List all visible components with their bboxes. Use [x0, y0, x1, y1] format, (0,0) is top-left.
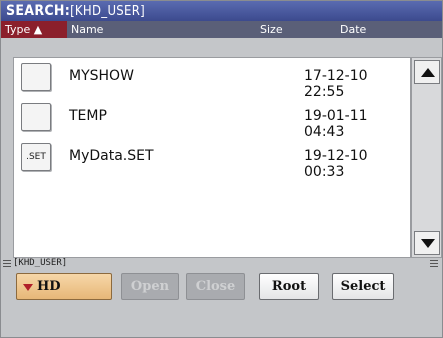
file-name: TEMP [69, 108, 107, 124]
grip-icon [3, 260, 11, 267]
column-header-name[interactable]: Name [71, 21, 103, 38]
list-item[interactable]: .SET MyData.SET 19-12-10 00:33 [14, 137, 410, 180]
column-header-type[interactable]: Type ▲ [1, 21, 67, 38]
file-name: MyData.SET [69, 148, 154, 164]
file-date: 19-12-10 00:33 [304, 148, 368, 180]
title-path: [KHD_USER] [70, 4, 146, 19]
scroll-down-button[interactable] [414, 231, 440, 255]
arrow-up-icon [421, 68, 435, 77]
open-button[interactable]: Open [121, 273, 179, 300]
vertical-scrollbar[interactable] [411, 57, 442, 258]
drive-label: HD [37, 279, 61, 294]
folder-icon [21, 103, 51, 131]
list-item[interactable]: TEMP 19-01-11 04:43 [14, 97, 410, 140]
file-date: 17-12-10 22:55 [304, 68, 368, 100]
drive-selector-button[interactable]: HD [16, 273, 112, 300]
dropdown-arrow-icon [23, 284, 33, 291]
scroll-up-button[interactable] [414, 60, 440, 84]
title-bar: SEARCH:[KHD_USER] [1, 1, 442, 21]
search-window: SEARCH:[KHD_USER] Type ▲ Name Size Date … [0, 0, 443, 338]
list-item[interactable]: MYSHOW 17-12-10 22:55 [14, 57, 410, 100]
file-name: MYSHOW [69, 68, 134, 84]
column-header-row: Type ▲ Name Size Date [1, 21, 442, 38]
close-button[interactable]: Close [186, 273, 245, 300]
select-button[interactable]: Select [332, 273, 394, 300]
arrow-down-icon [421, 239, 435, 248]
root-button[interactable]: Root [259, 273, 319, 300]
file-date: 19-01-11 04:43 [304, 108, 368, 140]
title-label: SEARCH: [6, 3, 71, 19]
list-top-spacer [13, 38, 442, 57]
column-header-size[interactable]: Size [260, 21, 283, 38]
path-bar: [KHD_USER] [1, 258, 442, 269]
column-header-date[interactable]: Date [340, 21, 366, 38]
set-file-icon: .SET [21, 143, 51, 171]
grip-icon [430, 260, 438, 267]
bottom-strip [1, 311, 442, 337]
current-path: [KHD_USER] [13, 258, 68, 268]
folder-icon [21, 63, 51, 91]
file-list: MYSHOW 17-12-10 22:55 TEMP 19-01-11 04:4… [14, 57, 410, 257]
